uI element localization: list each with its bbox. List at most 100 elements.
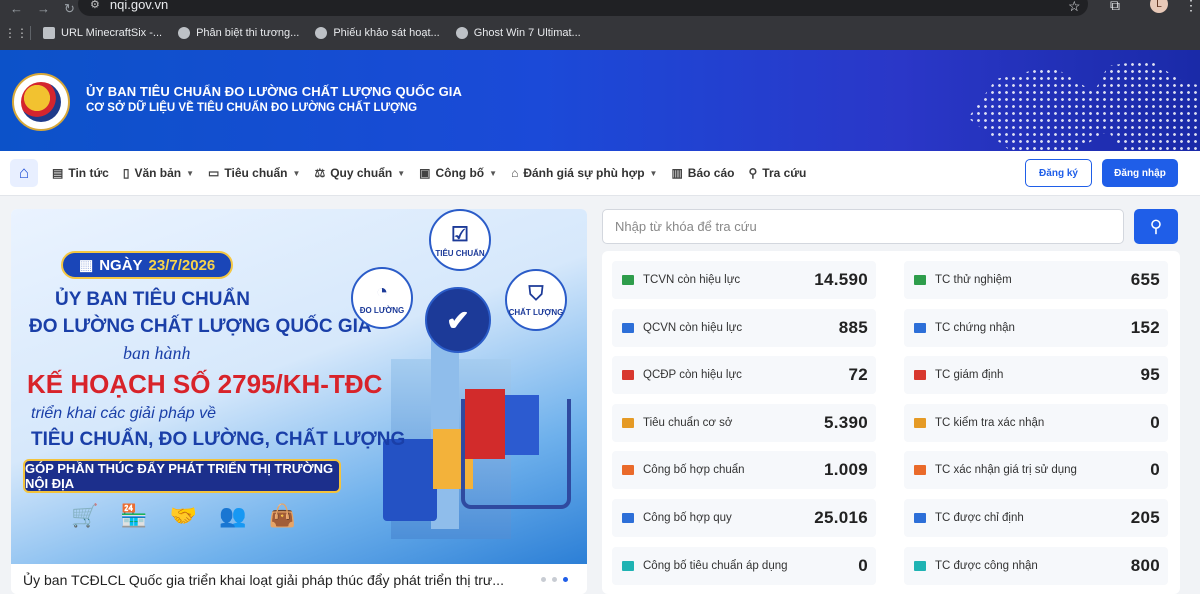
bookmark-star-icon[interactable]: ☆ (1068, 0, 1081, 15)
stat-card[interactable]: TC được công nhận 800 (904, 546, 1168, 585)
stat-book-icon (914, 417, 926, 428)
bar-chart-icon: ▥ (671, 166, 683, 180)
menu-item-news[interactable]: ▤ Tin tức (52, 166, 109, 180)
circle-measurement: ◔ ĐO LƯỜNG (351, 267, 413, 329)
clipboard-icon: ▣ (419, 166, 431, 180)
apps-grid-icon[interactable]: ⋮⋮ (4, 26, 28, 40)
slide-caption[interactable]: Ủy ban TCĐLCL Quốc gia triển khai loạt g… (11, 565, 587, 594)
browser-toolbar: ← → ↻ ⚙ nqi.gov.vn ☆ ⧉ L ⋮ (0, 0, 1200, 18)
stat-value: 5.390 (823, 412, 868, 432)
browser-menu-icon[interactable]: ⋮ (1184, 0, 1198, 14)
stat-card[interactable]: TC kiểm tra xác nhận 0 (904, 403, 1168, 442)
world-map-decoration (968, 59, 1200, 151)
stat-label: Công bố hợp chuẩn (643, 464, 745, 477)
menu-item-label: Báo cáo (687, 166, 735, 180)
login-button[interactable]: Đăng nhập (1102, 159, 1178, 187)
gauge-icon: ◔ (375, 281, 389, 303)
stat-value: 655 (1130, 270, 1160, 289)
bookmark-label: Phân biệt thi tương... (196, 27, 300, 39)
globe-favicon-icon (315, 27, 328, 39)
bookmark-item[interactable]: Phân biệt thi tương... (170, 22, 307, 44)
back-icon[interactable]: ← (10, 1, 23, 17)
stat-label: QCVN còn hiệu lực (643, 321, 743, 334)
stat-value: 152 (1130, 317, 1160, 337)
bookmark-item[interactable]: URL MinecraftSix -... (35, 22, 170, 44)
stat-value: 0 (1150, 460, 1160, 480)
menu-item-announcements[interactable]: ▣ Công bố ▼ (419, 166, 497, 180)
menu-item-label: Văn bản (134, 166, 182, 180)
stat-value: 800 (1130, 555, 1160, 575)
circle-label: ĐO LƯỜNG (359, 306, 405, 315)
stat-card[interactable]: Tiêu chuẩn cơ sở 5.390 (612, 403, 876, 442)
stat-label: TCVN còn hiệu lực (643, 274, 741, 286)
menu-item-reports[interactable]: ▥ Báo cáo (671, 166, 734, 180)
stat-label: TC kiểm tra xác nhận (935, 416, 1045, 429)
stat-card[interactable]: TC giám định 95 (904, 356, 1168, 395)
slide-line-3: ban hành (123, 343, 191, 363)
reload-icon[interactable]: ↻ (64, 1, 75, 17)
menu-item-regulations[interactable]: ⚖ Quy chuẩn ▼ (314, 166, 405, 180)
shopping-bag-decoration (383, 439, 437, 521)
slider-dot-active[interactable] (563, 577, 568, 582)
stat-book-icon (622, 417, 634, 428)
stat-card[interactable]: Công bố tiêu chuẩn áp dụng 0 (612, 546, 876, 585)
bookmark-item[interactable]: Ghost Win 7 Ultimat... (448, 22, 589, 44)
circle-label: CHẤT LƯỢNG (508, 308, 564, 317)
stat-card[interactable]: TCVN còn hiệu lực 14.590 (612, 261, 876, 299)
slide-image[interactable]: ▦ NGÀY 23/7/2026 ỦY BAN TIÊU CHUẨN ĐO LƯ… (11, 209, 587, 564)
site-logo[interactable] (12, 73, 70, 131)
stat-card[interactable]: QCVN còn hiệu lực 885 (612, 308, 876, 347)
stat-card[interactable]: Công bố hợp quy 25.016 (612, 499, 876, 537)
menu-item-standards[interactable]: ▭ Tiêu chuẩn ▼ (208, 166, 300, 180)
profile-avatar[interactable]: L (1150, 0, 1168, 13)
menu-item-label: Tiêu chuẩn (224, 166, 288, 180)
address-bar[interactable]: ⚙ nqi.gov.vn (78, 0, 1088, 16)
register-button[interactable]: Đăng ký (1025, 159, 1092, 187)
stat-book-icon (914, 275, 926, 285)
shield-check-icon: ⛉ (528, 283, 544, 305)
stat-card[interactable]: QCĐP còn hiệu lực 72 (612, 356, 876, 395)
stat-card[interactable]: TC thử nghiệm 655 (904, 261, 1168, 299)
news-slider[interactable]: ▦ NGÀY 23/7/2026 ỦY BAN TIÊU CHUẨN ĐO LƯ… (11, 209, 587, 594)
address-url[interactable]: nqi.gov.vn (110, 0, 168, 12)
stat-card[interactable]: TC xác nhận giá trị sử dụng 0 (904, 451, 1168, 490)
menu-item-lookup[interactable]: ⚲ Tra cứu (748, 166, 806, 180)
home-button[interactable]: ⌂ (10, 159, 38, 187)
forward-icon[interactable]: → (37, 1, 50, 17)
people-icon: 👥 (219, 503, 247, 528)
menu-item-label: Quy chuẩn (330, 166, 393, 180)
stat-book-icon (622, 322, 634, 333)
extensions-icon[interactable]: ⧉ (1110, 0, 1120, 14)
bookmark-label: URL MinecraftSix -... (61, 27, 163, 39)
home-icon: ⌂ (18, 163, 30, 182)
stat-value: 0 (1150, 412, 1160, 432)
bookmark-item[interactable]: Phiếu khảo sát hoạt... (307, 22, 447, 44)
site-banner: ỦY BAN TIÊU CHUẨN ĐO LƯỜNG CHẤT LƯỢNG QU… (0, 50, 1200, 151)
slide-headline: KẾ HOẠCH SỐ 2795/KH-TĐC (27, 369, 383, 399)
stat-value: 1.009 (823, 460, 868, 480)
site-info-icon[interactable]: ⚙ (90, 0, 100, 11)
stat-value: 25.016 (814, 508, 868, 527)
stat-label: TC giám định (935, 369, 1004, 382)
bag-icon: 👜 (268, 503, 297, 528)
slider-dot[interactable] (541, 577, 546, 582)
checkmark-icon: ✔ (446, 304, 470, 336)
stat-card[interactable]: TC được chỉ định 205 (904, 499, 1168, 537)
document-icon: ▯ (122, 166, 130, 180)
slide-line-6: TIÊU CHUẨN, ĐO LƯỜNG, CHẤT LƯỢNG (31, 429, 406, 450)
stat-card[interactable]: TC chứng nhận 152 (904, 308, 1168, 347)
slide-line-2: ĐO LƯỜNG CHẤT LƯỢNG QUỐC GIA (29, 316, 372, 337)
stat-card[interactable]: Công bố hợp chuẩn 1.009 (612, 451, 876, 490)
stat-book-icon (914, 560, 926, 571)
menu-item-conformity[interactable]: ⌂ Đánh giá sự phù hợp ▼ (511, 166, 657, 180)
page-favicon-icon (43, 27, 55, 39)
slider-dot[interactable] (552, 577, 557, 582)
stat-label: TC thử nghiệm (935, 274, 1012, 286)
search-input[interactable]: Nhập từ khóa để tra cứu (602, 209, 1124, 244)
search-button[interactable]: ⚲ (1134, 209, 1178, 244)
menu-item-documents[interactable]: ▯ Văn bản ▼ (123, 166, 194, 180)
menu-item-label: Đánh giá sự phù hợp (523, 166, 645, 180)
circle-quality: ⛉ CHẤT LƯỢNG (505, 269, 567, 331)
calendar-icon: ▦ (79, 257, 94, 274)
slider-dots (541, 577, 568, 582)
